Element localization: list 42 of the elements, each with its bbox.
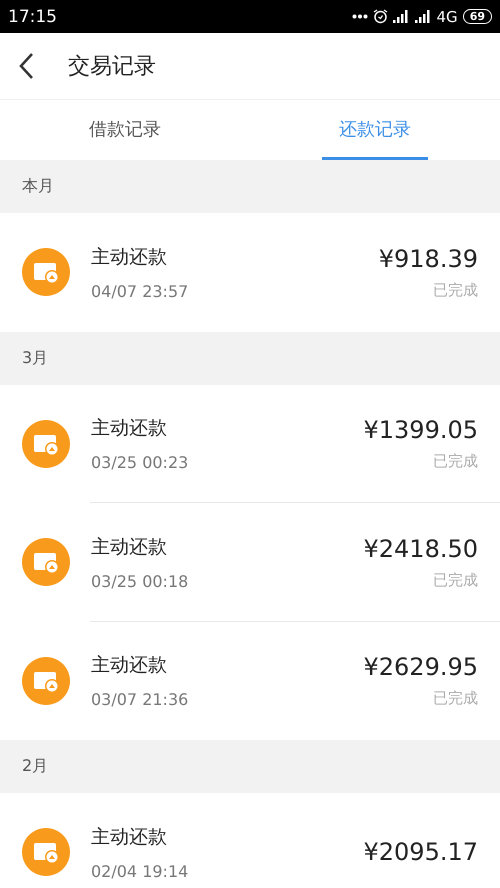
status-label: 已完成 — [433, 570, 478, 590]
transaction-row[interactable]: 主动还款 03/25 00:23 ¥1399.05 已完成 — [0, 384, 500, 503]
wallet-upload-icon — [22, 538, 70, 586]
transaction-row[interactable]: 主动还款 03/25 00:18 ¥2418.50 已完成 — [0, 503, 500, 622]
month-header: 3月 — [0, 332, 500, 384]
wallet-upload-icon — [22, 656, 70, 705]
amount: ¥2629.95 — [363, 653, 478, 682]
month-header: 2月 — [0, 740, 500, 793]
transaction-time: 02/04 19:14 — [91, 862, 190, 881]
month-header: 本月 — [0, 160, 500, 213]
transaction-row[interactable]: 主动还款 04/07 23:57 ¥918.39 已完成 — [0, 213, 500, 332]
wallet-upload-icon — [22, 420, 70, 468]
transaction-type: 主动还款 — [91, 416, 168, 442]
back-chevron-icon — [18, 52, 34, 80]
alarm-clock-icon — [372, 9, 388, 24]
transaction-type: 主动还款 — [91, 244, 168, 270]
signal-icon — [392, 10, 410, 23]
status-label: 已完成 — [433, 280, 478, 300]
transaction-type: 主动还款 — [91, 824, 168, 850]
wallet-upload-icon — [22, 248, 70, 296]
transaction-time: 03/25 00:23 — [91, 453, 190, 472]
page-title: 交易记录 — [68, 53, 156, 81]
transaction-time: 03/25 00:18 — [91, 572, 190, 591]
network-type: 4G — [436, 8, 458, 26]
amount: ¥1399.05 — [363, 416, 478, 444]
transaction-type: 主动还款 — [91, 534, 168, 560]
clock-time: 17:15 — [8, 6, 57, 26]
amount: ¥2418.50 — [363, 534, 478, 563]
battery-indicator: 69 — [462, 9, 492, 24]
transaction-time: 03/07 21:36 — [91, 690, 190, 710]
signal-icon — [414, 10, 432, 23]
amount: ¥918.39 — [378, 244, 478, 273]
more-dots-icon — [352, 14, 368, 19]
transaction-time: 04/07 23:57 — [91, 282, 190, 301]
status-label: 已完成 — [433, 452, 478, 472]
transaction-type: 主动还款 — [91, 653, 168, 678]
transaction-row[interactable]: 主动还款 02/04 19:14 ¥2095.17 — [0, 793, 500, 888]
amount: ¥2095.17 — [363, 838, 478, 866]
tab[interactable]: 借款记录 — [72, 100, 178, 160]
wallet-upload-icon — [22, 828, 70, 876]
status-label: 已完成 — [433, 689, 478, 708]
transaction-row[interactable]: 主动还款 03/07 21:36 ¥2629.95 已完成 — [0, 622, 500, 740]
